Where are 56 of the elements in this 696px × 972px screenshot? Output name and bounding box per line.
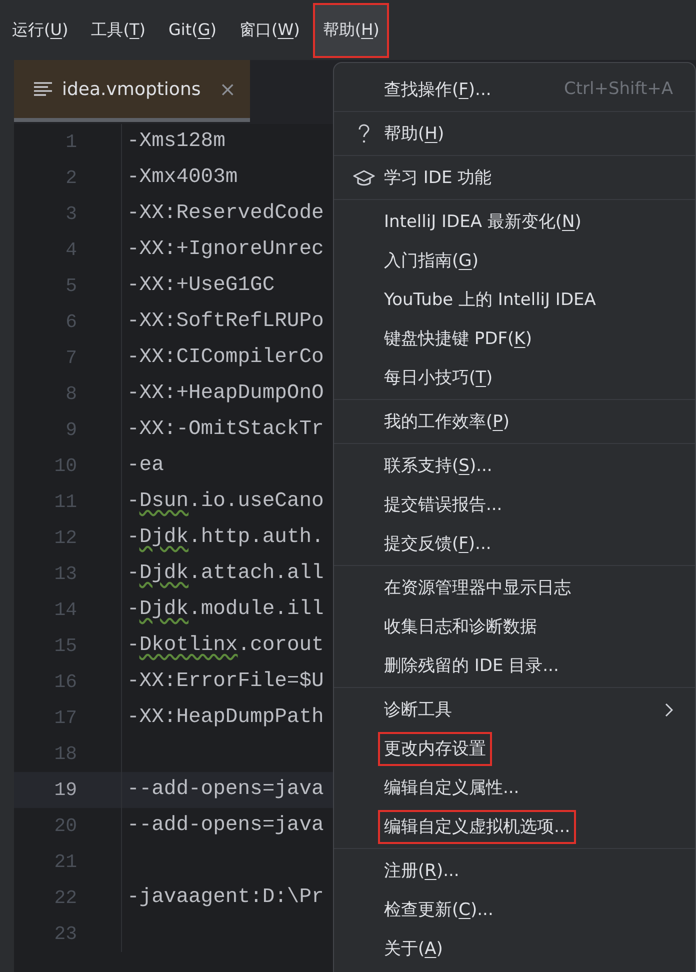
code-line: -XX:-OmitStackTr [126,416,324,443]
menu-bar-item[interactable]: Git(G) [158,2,227,58]
close-button[interactable]: × [219,74,236,104]
menu-bar-item[interactable]: 帮助(H) [312,2,390,58]
chevron-right-icon [665,702,673,716]
code-line: -XX:+UseG1GC [126,272,275,299]
code-line: -Djdk.attach.all [126,560,324,587]
menu-item[interactable]: 提交错误报告... [334,485,695,524]
menu-bar-item[interactable]: 运行(U) [2,2,78,58]
code-line: -Dkotlinx.corout [126,632,324,659]
menu-item[interactable]: 每日小技巧(T) [334,358,695,397]
code-line: -XX:CICompilerCo [126,344,324,371]
menu-item[interactable]: 查找操作(F)... Ctrl+Shift+A [334,70,695,109]
menu-item[interactable]: 编辑自定义属性... [334,768,695,807]
code-line: --add-opens=java [126,776,324,803]
code-line: -XX:+HeapDumpOnO [126,380,324,407]
menu-item[interactable]: 删除残留的 IDE 目录... [334,646,695,685]
menu-item[interactable]: 检查更新(C)... [334,890,695,929]
menu-item[interactable]: 提交反馈(F)... [334,524,695,563]
menu-item[interactable]: 帮助(H) [334,114,695,153]
code-line: -XX:HeapDumpPath [126,704,324,731]
menu-item[interactable]: 联系支持(S)... [334,446,695,485]
menu-item[interactable]: 入门指南(G) [334,241,695,280]
code-line: -XX:ErrorFile=$U [126,668,324,695]
code-line: --add-opens=java [126,812,324,839]
menu-item[interactable]: IntelliJ IDEA 最新变化(N) [334,202,695,241]
menu-item[interactable]: 编辑自定义虚拟机选项... [334,807,695,846]
menu-item[interactable]: 收集日志和诊断数据 [334,607,695,646]
code-line: -javaagent:D:\Pr [126,884,324,911]
menu-item[interactable]: 关于(A) [334,929,695,968]
question-mark-icon [358,124,370,144]
code-line: -Dsun.io.useCano [126,488,324,515]
menu-item[interactable]: YouTube 上的 IntelliJ IDEA [334,280,695,319]
code-line: -Djdk.module.ill [126,596,324,623]
menu-item[interactable]: 我的工作效率(P) [334,402,695,441]
code-line: -XX:ReservedCode [126,200,324,227]
code-line: -XX:SoftRefLRUPo [126,308,324,335]
menu-bar-item[interactable]: 窗口(W) [230,2,310,58]
code-line: -Xms128m [126,128,226,155]
menu-item[interactable]: 学习 IDE 功能 [334,158,695,197]
graduation-cap-icon [353,170,375,186]
code-line: -ea [126,452,164,479]
editor-tab[interactable]: idea.vmoptions × [14,60,250,122]
code-line: -XX:+IgnoreUnrec [126,236,324,263]
menu-bar-item[interactable]: 工具(T) [81,2,156,58]
menu-item[interactable]: 注册(R)... [334,851,695,890]
menu-item[interactable]: 键盘快捷键 PDF(K) [334,319,695,358]
code-line: -Djdk.http.auth. [126,524,324,551]
file-lines-icon [34,82,52,96]
line-number: 19 [54,778,77,803]
shortcut-hint: Ctrl+Shift+A [564,78,673,101]
code-line: -Xmx4003m [126,164,238,191]
menu-item[interactable]: 诊断工具 [334,690,695,729]
menu-item[interactable]: 更改内存设置 [334,729,695,768]
tab-title: idea.vmoptions [62,78,201,102]
menu-item[interactable]: 在资源管理器中显示日志 [334,568,695,607]
